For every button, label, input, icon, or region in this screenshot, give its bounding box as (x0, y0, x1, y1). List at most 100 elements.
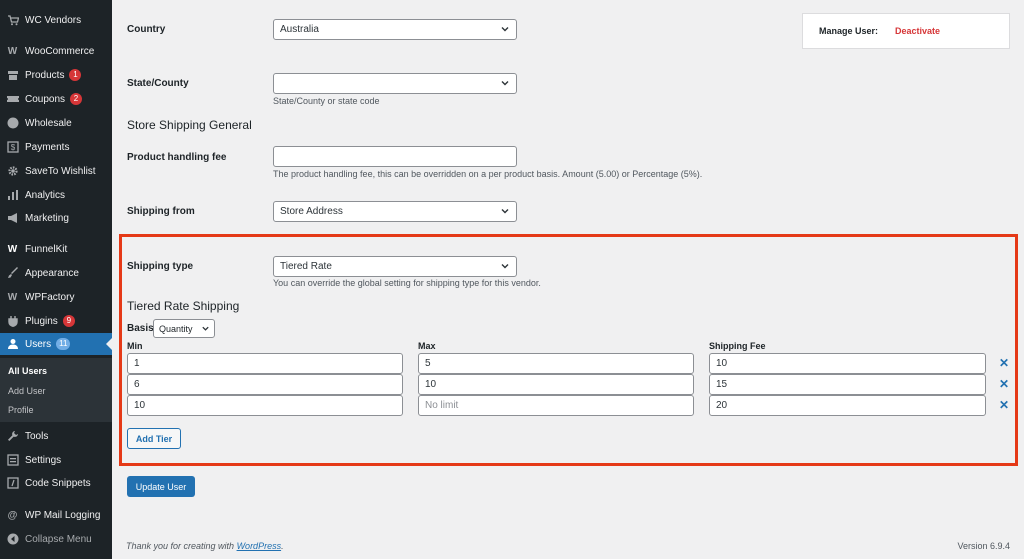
menu-item-label: Users (25, 338, 52, 350)
basis-label: Basis (127, 323, 154, 334)
tier-min-input[interactable]: 10 (127, 395, 403, 416)
menu-item-payments[interactable]: $ Payments (0, 136, 112, 158)
menu-item-saveto-wishlist[interactable]: SaveTo Wishlist (0, 160, 112, 182)
country-label: Country (127, 24, 166, 35)
menu-item-appearance[interactable]: Appearance (0, 262, 112, 284)
archive-icon (6, 69, 19, 82)
column-header-shipping-fee: Shipping Fee (709, 341, 766, 351)
shipping-type-help-text: You can override the global setting for … (273, 278, 541, 288)
tier-min-input[interactable]: 1 (127, 353, 403, 374)
menu-item-settings[interactable]: Settings (0, 449, 112, 471)
users-submenu: All Users Add User Profile (0, 358, 112, 422)
menu-item-wholesale[interactable]: Wholesale (0, 112, 112, 134)
shipping-type-value: Tiered Rate (280, 261, 332, 272)
tier-max-input[interactable]: 10 (418, 374, 694, 395)
tiered-rate-title: Tiered Rate Shipping (127, 299, 240, 313)
collapse-menu-button[interactable]: Collapse Menu (0, 528, 112, 550)
add-tier-button[interactable]: Add Tier (127, 428, 181, 449)
shipping-from-label: Shipping from (127, 206, 195, 217)
menu-item-wpfactory[interactable]: W WPFactory (0, 286, 112, 308)
tier-fee-input[interactable]: 15 (709, 374, 986, 395)
menu-item-label: Payments (25, 141, 70, 153)
tier-max-placeholder: No limit (425, 400, 459, 411)
tier-fee-input[interactable]: 20 (709, 395, 986, 416)
bar-chart-icon (6, 189, 19, 202)
at-icon: @ (7, 509, 18, 521)
column-header-max: Max (418, 341, 436, 351)
gear-icon (6, 165, 19, 178)
basis-value: Quantity (159, 323, 193, 334)
footer-thanks: Thank you for creating with WordPress. (126, 541, 284, 551)
tier-fee-input[interactable]: 10 (709, 353, 986, 374)
menu-item-tools[interactable]: Tools (0, 425, 112, 447)
menu-item-users[interactable]: Users 11 (0, 333, 112, 355)
menu-item-label: Settings (25, 454, 62, 466)
ticket-icon (6, 93, 19, 106)
menu-item-woocommerce[interactable]: W WooCommerce (0, 40, 112, 62)
menu-item-label: WC Vendors (25, 14, 82, 26)
menu-item-wc-vendors[interactable]: WC Vendors (0, 9, 112, 31)
menu-item-wp-mail-logging[interactable]: @ WP Mail Logging (0, 504, 112, 526)
dollar-icon: $ (6, 141, 19, 154)
deactivate-link[interactable]: Deactivate (895, 26, 940, 36)
menu-item-plugins[interactable]: Plugins 9 (0, 310, 112, 332)
menu-item-label: SaveTo Wishlist (25, 165, 96, 177)
funnelkit-icon: W (7, 243, 18, 255)
tier-max-value: 5 (425, 358, 431, 369)
submenu-all-users[interactable]: All Users (8, 366, 47, 376)
menu-item-label: Marketing (25, 212, 69, 224)
state-select[interactable] (273, 73, 517, 94)
shipping-from-value: Store Address (280, 206, 343, 217)
svg-text:$: $ (10, 143, 15, 152)
country-value: Australia (280, 24, 319, 35)
shipping-from-select[interactable]: Store Address (273, 201, 517, 222)
menu-item-marketing[interactable]: Marketing (0, 207, 112, 229)
menu-item-coupons[interactable]: Coupons 2 (0, 88, 112, 110)
menu-item-code-snippets[interactable]: Code Snippets (0, 472, 112, 494)
tier-fee-value: 10 (716, 358, 728, 369)
tier-max-input[interactable]: 5 (418, 353, 694, 374)
country-select[interactable]: Australia (273, 19, 517, 40)
menu-item-products[interactable]: Products 1 (0, 64, 112, 86)
footer-thanks-suffix: . (281, 541, 284, 551)
footer-thanks-text: Thank you for creating with (126, 541, 237, 551)
menu-item-label: Analytics (25, 189, 66, 201)
menu-item-label: WP Mail Logging (25, 509, 101, 521)
remove-tier-icon[interactable]: ✕ (999, 398, 1009, 412)
remove-tier-icon[interactable]: ✕ (999, 356, 1009, 370)
footer-version: Version 6.9.4 (957, 541, 1010, 551)
manage-user-box: Manage User: Deactivate (802, 13, 1010, 49)
menu-item-analytics[interactable]: Analytics (0, 184, 112, 206)
submenu-add-user[interactable]: Add User (8, 386, 46, 396)
submenu-profile[interactable]: Profile (8, 405, 34, 415)
remove-tier-icon[interactable]: ✕ (999, 377, 1009, 391)
tier-min-input[interactable]: 6 (127, 374, 403, 395)
basis-select[interactable]: Quantity (153, 319, 215, 338)
woo-icon: W (7, 45, 18, 57)
chevron-down-icon (501, 264, 509, 269)
tier-min-value: 6 (134, 379, 140, 390)
tier-min-value: 10 (134, 400, 146, 411)
menu-item-label: Appearance (25, 267, 79, 279)
shipping-type-select[interactable]: Tiered Rate (273, 256, 517, 277)
tier-max-value: 10 (425, 379, 437, 390)
menu-item-label: Collapse Menu (25, 533, 92, 545)
wordpress-link[interactable]: WordPress (237, 541, 282, 551)
tier-min-value: 1 (134, 358, 140, 369)
chevron-down-icon (202, 326, 209, 331)
menu-item-label: FunnelKit (25, 243, 68, 255)
handling-fee-label: Product handling fee (127, 152, 227, 163)
megaphone-icon (6, 212, 19, 225)
update-user-button[interactable]: Update User (127, 476, 195, 497)
plug-icon (6, 315, 19, 328)
tier-max-input[interactable]: No limit (418, 395, 694, 416)
menu-item-label: Wholesale (25, 117, 72, 129)
chevron-down-icon (501, 81, 509, 86)
menu-item-label: WooCommerce (25, 45, 95, 57)
handling-fee-help-text: The product handling fee, this can be ov… (273, 169, 703, 179)
shipping-type-label: Shipping type (127, 261, 194, 272)
code-icon (6, 477, 19, 490)
handling-fee-input[interactable] (273, 146, 517, 167)
menu-item-funnelkit[interactable]: W FunnelKit (0, 238, 112, 260)
menu-item-label: WPFactory (25, 291, 75, 303)
